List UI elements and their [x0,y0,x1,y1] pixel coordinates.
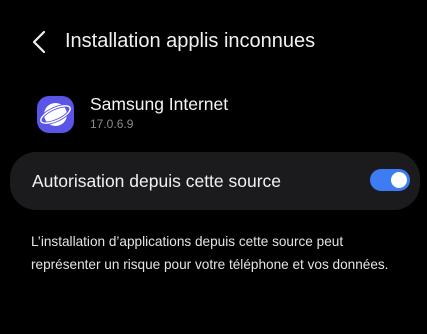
security-warning-text: L’installation d’applications depuis cet… [31,234,389,272]
install-permission-label: Autorisation depuis cette source [32,171,282,191]
app-version: 17.0.6.9 [90,117,134,131]
back-button[interactable] [26,27,52,57]
samsung-internet-icon [37,96,74,133]
install-permission-row[interactable]: Autorisation depuis cette source [10,152,420,210]
app-name: Samsung Internet [90,94,229,114]
chevron-left-icon [32,30,46,54]
toggle-knob [391,172,407,188]
header-bar: Installation applis inconnues [0,0,427,82]
install-permission-toggle[interactable] [370,169,410,191]
page-title: Installation applis inconnues [65,30,316,52]
app-info-row: Samsung Internet 17.0.6.9 [0,84,427,150]
